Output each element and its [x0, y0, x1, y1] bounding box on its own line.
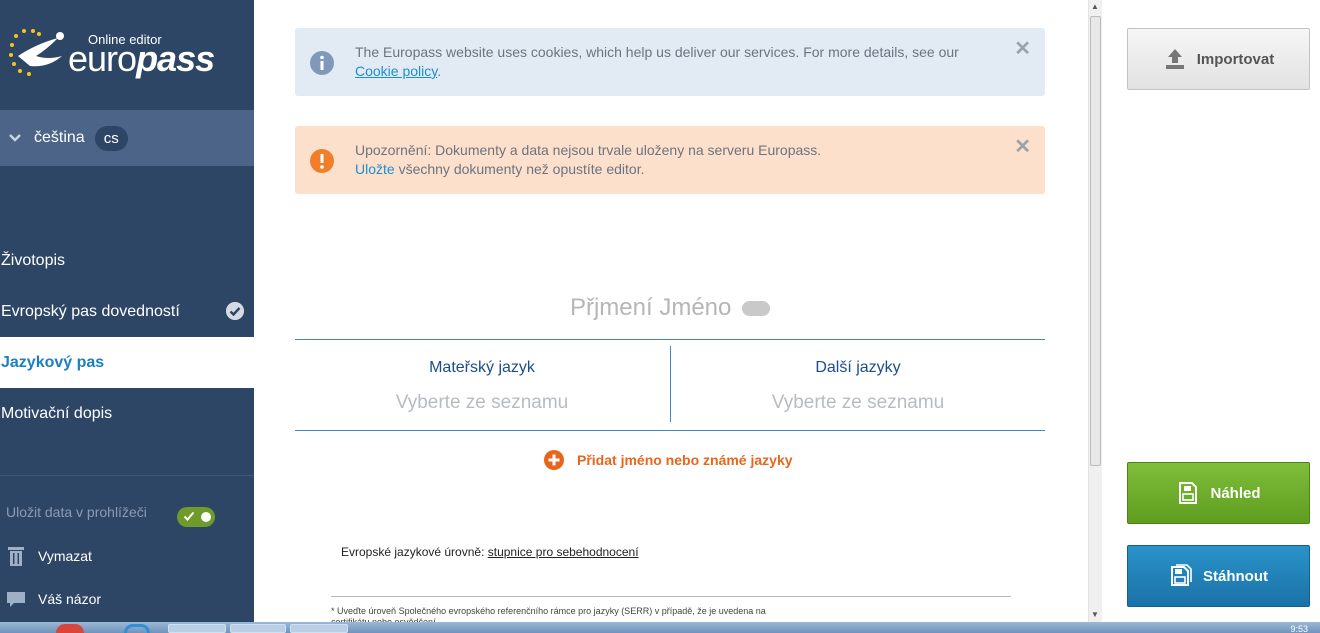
import-label: Importovat [1196, 50, 1275, 68]
language-name: čeština [34, 129, 85, 146]
nav-item-language-passport[interactable]: Jazykový pas [0, 337, 254, 388]
taskbar-item-explorer[interactable] [168, 624, 226, 633]
nav-item-label: Jazykový pas [1, 353, 105, 371]
taskbar-item-app[interactable] [290, 624, 348, 633]
footnote-divider [331, 596, 1011, 597]
check-icon [183, 511, 195, 521]
save-documents-link[interactable]: Uložte [355, 161, 395, 177]
sidebar-divider [0, 475, 254, 476]
holder-name-placeholder: Přjmení Jméno [569, 294, 732, 321]
scroll-down-arrow[interactable]: ▼ [1091, 610, 1099, 619]
nav-item-label: Motivační dopis [1, 404, 113, 422]
save-in-browser-label: Uložit data v prohlížeči [6, 504, 147, 520]
browser-taskbar-icon[interactable] [124, 624, 150, 633]
download-label: Stáhnout [1203, 567, 1268, 585]
download-button[interactable]: Stáhnout [1127, 545, 1310, 607]
feedback-button[interactable]: Váš názor [6, 588, 101, 610]
speech-bubble-icon [7, 592, 25, 607]
other-languages-label: Další jazyky [815, 359, 901, 376]
info-icon [310, 51, 334, 75]
scroll-up-arrow[interactable]: ▲ [1091, 2, 1099, 11]
section-divider-bottom [295, 430, 1045, 431]
nav-item-cover-letter[interactable]: Motivační dopis [0, 388, 254, 439]
mother-tongue-label: Mateřský jazyk [429, 359, 535, 376]
start-button-icon[interactable] [56, 624, 84, 633]
preview-button[interactable]: Náhled [1127, 462, 1310, 524]
mother-tongue-select[interactable]: Vyberte ze seznamu [295, 392, 669, 414]
add-button-label: Přidat jméno nebo známé jazyky [577, 452, 793, 468]
levels-prefix: Evropské jazykové úrovně: [341, 545, 485, 559]
delete-button[interactable]: Vymazat [6, 545, 92, 567]
warning-icon [310, 149, 334, 173]
logo-word-euro: euro [68, 38, 137, 79]
storage-warning-text-2: všechny dokumenty než opustíte editor. [394, 161, 645, 177]
save-documents-icon [1171, 564, 1192, 586]
taskbar-clock: 9:53 [1290, 624, 1308, 633]
feedback-label: Váš názor [38, 591, 102, 607]
plus-circle-icon [544, 450, 564, 470]
holder-name-field[interactable]: Přjmení Jméno [295, 294, 1045, 322]
logo-word-pass: pass [136, 38, 215, 79]
other-languages-select[interactable]: Vyberte ze seznamu [671, 392, 1045, 414]
storage-warning-text: Upozornění: Dokumenty a data nejsou trva… [355, 142, 822, 158]
trash-icon [8, 547, 24, 566]
document-icon [1179, 482, 1198, 504]
language-selector[interactable]: čeština cs [0, 110, 254, 166]
close-icon[interactable]: ✕ [1014, 39, 1031, 59]
footnote: * Uveďte úroveň Společného evropského re… [331, 606, 766, 622]
cookie-policy-link[interactable]: Cookie policy [355, 63, 437, 79]
self-assessment-grid-link[interactable]: stupnice pro sebehodnocení [488, 545, 639, 559]
taskbar-item-browser[interactable] [230, 624, 286, 633]
preview-label: Náhled [1210, 484, 1261, 502]
nav-item-skills-passport[interactable]: Evropský pas dovedností [0, 286, 254, 337]
delete-label: Vymazat [38, 548, 92, 564]
chevron-down-icon [9, 134, 21, 142]
nav-item-cv[interactable]: Životopis [0, 235, 254, 286]
sidebar: Online editor europass čeština cs Životo… [0, 0, 254, 622]
section-divider-top [295, 339, 1045, 340]
upload-icon [1165, 49, 1184, 69]
language-code-badge: cs [94, 125, 128, 151]
check-circle-icon [226, 302, 244, 320]
close-icon[interactable]: ✕ [1014, 137, 1031, 157]
cookie-notice-text: The Europass website uses cookies, which… [355, 44, 959, 60]
nav-item-label: Evropský pas dovedností [1, 302, 180, 320]
eu-stars-figure-icon [9, 29, 64, 76]
storage-warning: Upozornění: Dokumenty a data nejsou trva… [295, 126, 1045, 194]
cookie-notice: The Europass website uses cookies, which… [295, 28, 1045, 96]
logo-wordmark: europass [68, 38, 215, 80]
nav-item-label: Životopis [1, 251, 66, 269]
toggle-knob [201, 512, 211, 522]
swap-name-order-icon[interactable] [742, 301, 771, 317]
scrollbar-thumb[interactable] [1090, 16, 1101, 466]
language-levels-note: Evropské jazykové úrovně: stupnice pro s… [341, 545, 639, 559]
import-button[interactable]: Importovat [1127, 28, 1310, 90]
add-name-or-languages-button[interactable]: Přidat jméno nebo známé jazyky [544, 450, 793, 470]
cookie-notice-period: . [437, 63, 442, 79]
save-in-browser-toggle[interactable] [177, 507, 215, 527]
